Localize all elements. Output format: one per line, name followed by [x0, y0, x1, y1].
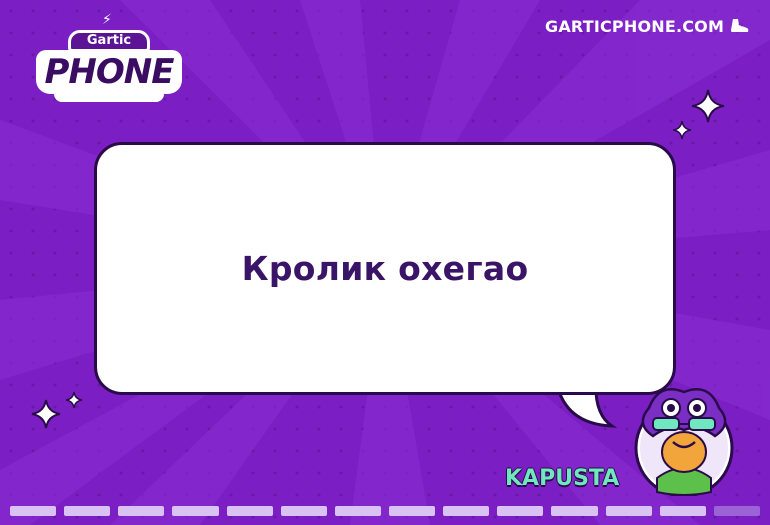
site-link-label: GARTICPHONE.COM [545, 16, 725, 36]
progress-segment [226, 506, 273, 516]
player-avatar [634, 388, 734, 496]
logo-phone-text: PHONE [44, 52, 175, 92]
progress-segment [551, 506, 598, 516]
player-name: KAPUSTA [505, 466, 620, 491]
shoe-icon [731, 19, 749, 32]
progress-segment [64, 506, 111, 516]
logo-base [54, 90, 164, 102]
site-link[interactable]: GARTICPHONE.COM [545, 14, 750, 38]
lightning-icon: ⚡ [102, 12, 112, 28]
progress-segment [605, 506, 652, 516]
gartic-phone-logo[interactable]: ⚡ Gartic PHONE [34, 10, 184, 102]
logo-gartic-text: Gartic [68, 30, 150, 52]
logo-phone-plate: PHONE [36, 50, 182, 94]
speech-bubble: Кролик охегао [94, 142, 676, 395]
progress-segment [172, 506, 219, 516]
game-screen: ⚡ Gartic PHONE GARTICPHONE.COM Кролик ох… [0, 0, 770, 525]
sparkle-icon [65, 391, 83, 409]
progress-segment [443, 506, 490, 516]
progress-segment [10, 506, 57, 516]
progress-segment [659, 506, 706, 516]
sparkle-icon [691, 89, 725, 123]
sparkle-icon [672, 120, 692, 140]
progress-segment [334, 506, 381, 516]
sparkle-icon [31, 399, 61, 429]
progress-segment [118, 506, 165, 516]
progress-segment [497, 506, 544, 516]
phrase-text: Кролик охегао [241, 249, 529, 288]
round-progress-bar [10, 506, 760, 516]
progress-segment [713, 506, 760, 516]
progress-segment [280, 506, 327, 516]
progress-segment [388, 506, 436, 516]
